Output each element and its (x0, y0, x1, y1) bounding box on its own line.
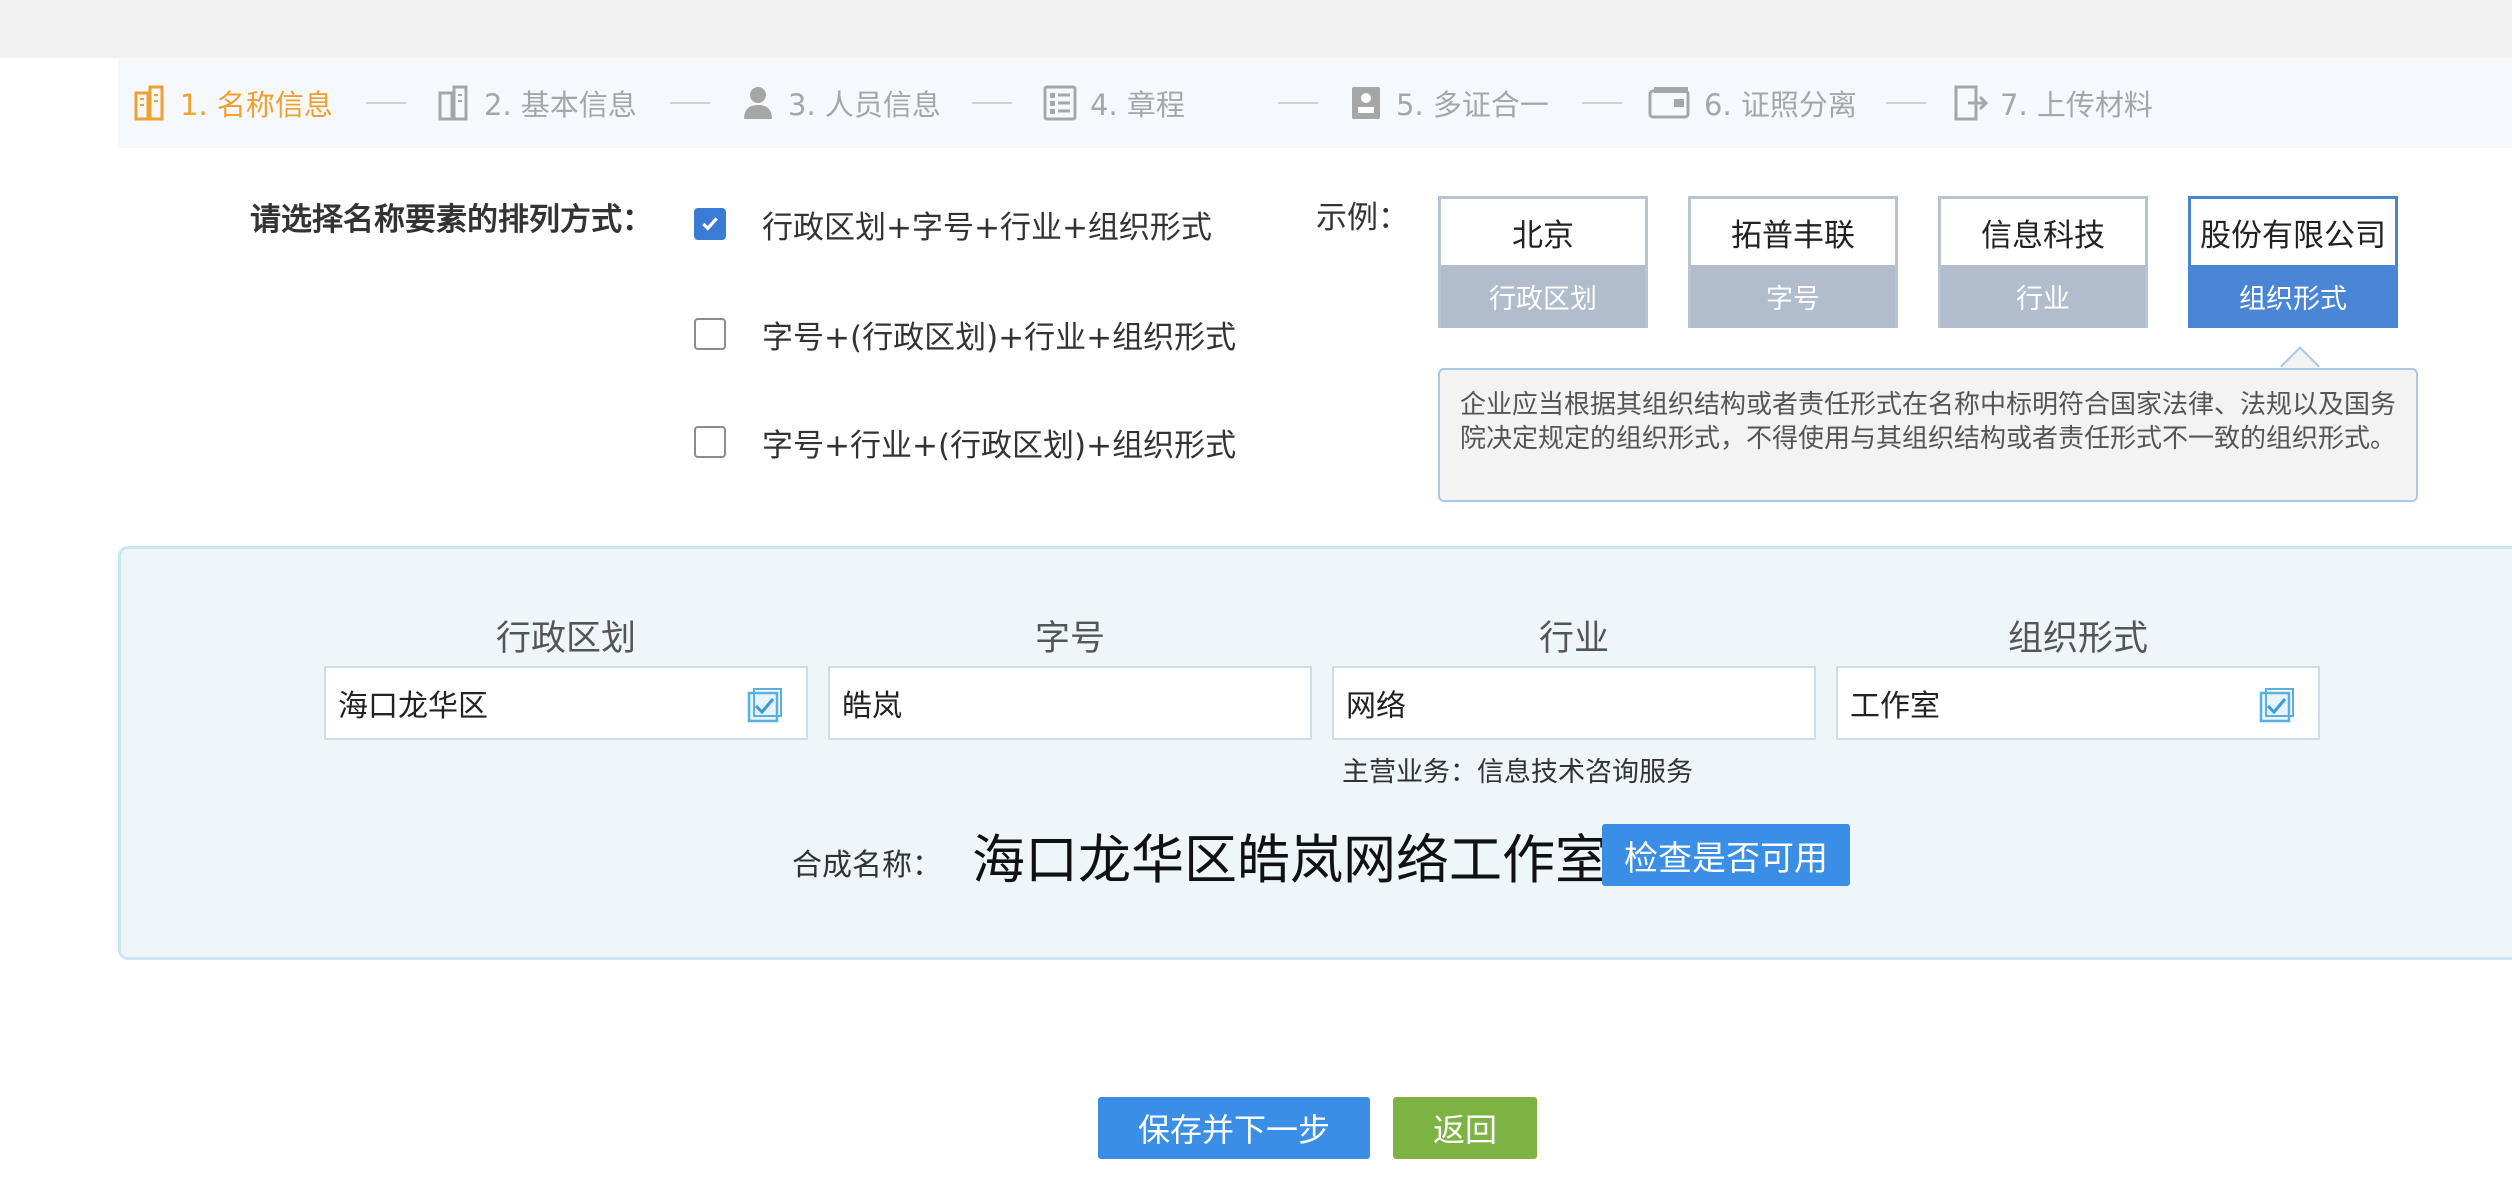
column-header-industry: 行业 (1538, 619, 1609, 659)
example-value: 信息科技 (1981, 217, 2105, 254)
top-bar (0, 0, 2512, 58)
example-card-industry: 信息科技 行业 (1938, 196, 2148, 328)
example-card-org-form: 股份有限公司 组织形式 (2188, 196, 2398, 328)
arrangement-label: 请选择名称要素的排列方式： (250, 202, 653, 238)
step-label: 2. 基本信息 (484, 88, 637, 122)
industry-field[interactable]: 网络 (1332, 666, 1816, 740)
brand-value: 皓岚 (842, 689, 902, 724)
step-basic-info[interactable]: 2. 基本信息 (436, 58, 637, 148)
example-label: 示例： (1316, 200, 1409, 236)
step-separator (1886, 102, 1926, 104)
back-button[interactable]: 返回 (1393, 1097, 1537, 1159)
select-picker-icon[interactable] (746, 686, 784, 724)
step-name-info[interactable]: 1. 名称信息 (132, 58, 333, 148)
column-header-region: 行政区划 (495, 619, 636, 659)
example-value: 股份有限公司 (2200, 217, 2386, 254)
check-availability-button[interactable]: 检查是否可用 (1602, 824, 1850, 886)
arrangement-option-2[interactable]: 字号+(行政区划)+行业+组织形式 (694, 314, 1237, 356)
upload-door-icon (1952, 85, 1988, 121)
brand-field[interactable]: 皓岚 (828, 666, 1312, 740)
step-separator (1278, 102, 1318, 104)
step-separator (1582, 102, 1622, 104)
step-upload[interactable]: 7. 上传材料 (1952, 58, 2153, 148)
arrangement-option-1[interactable]: 行政区划+字号+行业+组织形式 (694, 204, 1212, 246)
step-label: 4. 章程 (1090, 88, 1185, 122)
region-field[interactable]: 海口龙华区 (324, 666, 808, 740)
select-picker-icon[interactable] (2258, 686, 2296, 724)
person-icon (740, 85, 776, 121)
main-business-text: 主营业务：信息技术咨询服务 (1342, 757, 1693, 788)
building-icon (132, 85, 168, 121)
combined-name: 海口龙华区皓岚网络工作室 (972, 830, 1608, 891)
arrangement-option-3[interactable]: 字号+行业+(行政区划)+组织形式 (694, 422, 1237, 464)
step-personnel-info[interactable]: 3. 人员信息 (740, 58, 941, 148)
option-label: 字号+(行政区划)+行业+组织形式 (762, 319, 1237, 356)
card-icon (1648, 85, 1692, 121)
combined-name-label: 合成名称： (792, 848, 942, 883)
step-cert-separation[interactable]: 6. 证照分离 (1648, 58, 1857, 148)
list-icon (1042, 85, 1078, 121)
column-header-brand: 字号 (1034, 619, 1105, 659)
option-label: 行政区划+字号+行业+组织形式 (762, 209, 1212, 246)
example-caption: 行业 (1941, 265, 2145, 328)
checkbox[interactable] (694, 208, 726, 240)
org-form-value: 工作室 (1850, 689, 1940, 724)
org-form-tip: 企业应当根据其组织结构或者责任形式在名称中标明符合国家法律、法规以及国务院决定规… (1438, 368, 2418, 502)
example-caption: 行政区划 (1441, 265, 1645, 328)
step-label: 1. 名称信息 (180, 88, 333, 122)
industry-value: 网络 (1346, 689, 1406, 724)
example-caption: 组织形式 (2191, 265, 2395, 328)
name-compose-panel (118, 546, 2512, 960)
save-next-button[interactable]: 保存并下一步 (1098, 1097, 1370, 1159)
step-separator (670, 102, 710, 104)
step-label: 3. 人员信息 (788, 88, 941, 122)
checkbox[interactable] (694, 426, 726, 458)
checkbox[interactable] (694, 318, 726, 350)
building-icon (436, 85, 472, 121)
step-separator (366, 102, 406, 104)
region-value: 海口龙华区 (338, 689, 488, 724)
id-card-icon (1348, 85, 1384, 121)
example-caption: 字号 (1691, 265, 1895, 328)
org-form-field[interactable]: 工作室 (1836, 666, 2320, 740)
check-icon (702, 217, 718, 231)
step-articles[interactable]: 4. 章程 (1042, 58, 1185, 148)
step-multi-cert[interactable]: 5. 多证合一 (1348, 58, 1549, 148)
example-value: 拓普丰联 (1731, 217, 1855, 254)
option-label: 字号+行业+(行政区划)+组织形式 (762, 427, 1237, 464)
step-navigation: 1. 名称信息 2. 基本信息 3. 人员信息 4. 章程 5. 多证合一 6.… (118, 58, 2512, 148)
step-separator (972, 102, 1012, 104)
column-header-org-form: 组织形式 (2007, 619, 2148, 659)
example-value: 北京 (1512, 217, 1574, 254)
example-card-region: 北京 行政区划 (1438, 196, 1648, 328)
example-card-brand: 拓普丰联 字号 (1688, 196, 1898, 328)
step-label: 5. 多证合一 (1396, 88, 1549, 122)
step-label: 7. 上传材料 (2000, 88, 2153, 122)
step-label: 6. 证照分离 (1704, 88, 1857, 122)
